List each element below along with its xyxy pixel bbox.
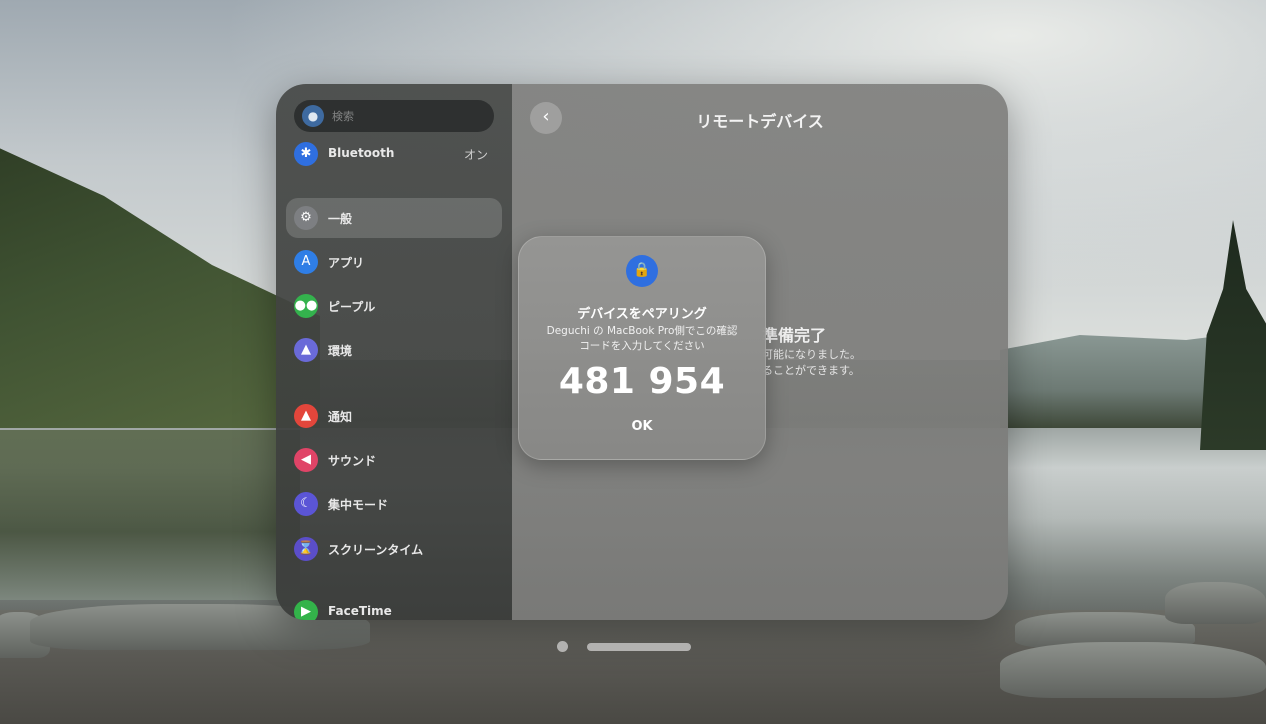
- gear-icon: ⚙: [294, 206, 318, 230]
- hourglass-icon: ⌛: [294, 537, 318, 561]
- sidebar-item-bluetooth[interactable]: ✱ Bluetooth オン: [286, 134, 502, 174]
- background-heading: 準備完了: [762, 326, 827, 345]
- dialog-title: デバイスをペアリング: [577, 307, 707, 322]
- people-icon: ●●: [294, 294, 318, 318]
- bell-icon: ▲: [294, 404, 318, 428]
- sidebar-item-label: ピープル: [328, 300, 376, 314]
- background-text-line: ることができます。: [762, 364, 860, 377]
- app-store-icon: A: [294, 250, 318, 274]
- microphone-icon[interactable]: ●: [302, 105, 324, 127]
- sidebar-item-facetime[interactable]: ▶ FaceTime: [286, 592, 502, 620]
- sidebar: ● 検索 ✱ Bluetooth オン ⚙ 一般 A アプリ ●● ピープル ▲…: [276, 84, 512, 620]
- sidebar-item-label: 集中モード: [328, 498, 389, 512]
- facetime-icon: ▶: [294, 600, 318, 620]
- sidebar-item-general[interactable]: ⚙ 一般: [286, 198, 502, 238]
- moon-icon: ☾: [294, 492, 318, 516]
- sidebar-item-label: アプリ: [328, 256, 365, 270]
- environment-icon: ▲: [294, 338, 318, 362]
- sidebar-item-sound[interactable]: ◀ サウンド: [286, 440, 502, 480]
- sidebar-item-notifications[interactable]: ▲ 通知: [286, 396, 502, 436]
- search-field[interactable]: ● 検索: [294, 100, 494, 132]
- sidebar-item-label: 一般: [328, 212, 353, 226]
- sidebar-item-people[interactable]: ●● ピープル: [286, 286, 502, 326]
- ok-button[interactable]: OK: [617, 415, 667, 439]
- background-text-line: 可能になりました。: [762, 348, 861, 361]
- sidebar-item-label: スクリーンタイム: [328, 543, 424, 557]
- sidebar-item-screen-time[interactable]: ⌛ スクリーンタイム: [286, 529, 502, 569]
- speaker-icon: ◀: [294, 448, 318, 472]
- sidebar-item-label: 環境: [328, 344, 353, 358]
- rock: [1000, 642, 1266, 698]
- window-close-dot[interactable]: [557, 641, 568, 652]
- sidebar-item-label: サウンド: [328, 454, 377, 468]
- sidebar-item-label: 通知: [328, 410, 353, 424]
- search-placeholder: 検索: [332, 110, 354, 123]
- dialog-message-line: Deguchi の MacBook Pro側でこの確認: [546, 325, 738, 337]
- sidebar-item-value: オン: [463, 148, 488, 162]
- window-grab-bar[interactable]: [587, 643, 691, 651]
- sidebar-item-environments[interactable]: ▲ 環境: [286, 330, 502, 370]
- lock-icon: 🔒: [626, 255, 658, 287]
- rock: [1165, 582, 1266, 624]
- pairing-dialog: 🔒 デバイスをペアリング Deguchi の MacBook Pro側でこの確認…: [518, 236, 766, 460]
- bluetooth-icon: ✱: [294, 142, 318, 166]
- sidebar-item-label: FaceTime: [328, 604, 392, 618]
- sidebar-item-label: Bluetooth: [328, 146, 395, 160]
- sidebar-item-apps[interactable]: A アプリ: [286, 242, 502, 282]
- lake-reflection: [0, 430, 300, 600]
- pairing-code: 481 954: [558, 361, 726, 402]
- page-title: リモートデバイス: [696, 112, 824, 131]
- sidebar-item-focus[interactable]: ☾ 集中モード: [286, 484, 502, 524]
- dialog-message-line: コードを入力してください: [579, 340, 705, 352]
